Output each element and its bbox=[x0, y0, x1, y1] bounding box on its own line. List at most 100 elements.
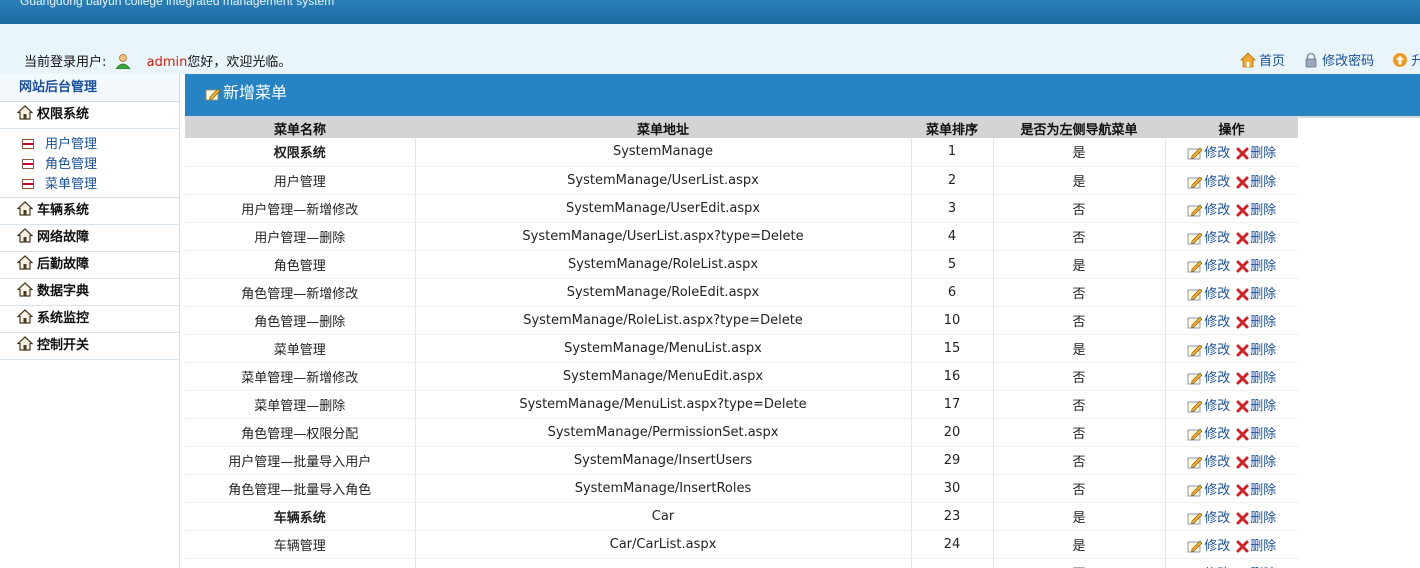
sidebar-item-role-management[interactable]: 角色管理 bbox=[0, 155, 179, 175]
delete-link[interactable]: 删除 bbox=[1236, 171, 1276, 190]
edit-link[interactable]: 修改 bbox=[1187, 479, 1230, 498]
delete-link[interactable]: 删除 bbox=[1236, 451, 1276, 470]
delete-link[interactable]: 删除 bbox=[1236, 339, 1276, 358]
cell-menu-nav: 是 bbox=[993, 250, 1166, 279]
edit-link[interactable]: 修改 bbox=[1187, 423, 1230, 442]
sidebar-group-network-fault[interactable]: 网络故障 bbox=[0, 225, 179, 252]
delete-link[interactable]: 删除 bbox=[1236, 227, 1276, 246]
edit-link[interactable]: 修改 bbox=[1187, 255, 1230, 274]
table-row: 角色管理 SystemManage/RoleList.aspx 5 是修改 删除 bbox=[185, 250, 1298, 279]
edit-icon bbox=[1187, 288, 1203, 300]
cell-menu-url: SystemManage/PermissionSet.aspx bbox=[415, 418, 912, 447]
change-password-link[interactable]: 修改密码 bbox=[1303, 50, 1374, 69]
sidebar-item-menu-management[interactable]: 菜单管理 bbox=[0, 175, 179, 195]
cell-menu-url: SystemManage/UserEdit.aspx bbox=[415, 194, 912, 223]
edit-icon bbox=[1187, 260, 1203, 272]
sidebar-group-data-dictionary[interactable]: 数据字典 bbox=[0, 279, 179, 306]
delete-icon bbox=[1236, 344, 1249, 356]
top-links: 首页 修改密码 升级 bbox=[1240, 50, 1420, 69]
right-blank-area bbox=[1298, 118, 1420, 568]
cell-menu-name: 角色管理—批量导入角色 bbox=[185, 474, 416, 503]
delete-link[interactable]: 删除 bbox=[1236, 199, 1276, 218]
cell-actions: 修改 删除 bbox=[1165, 558, 1298, 568]
edit-icon bbox=[1187, 176, 1203, 188]
cell-menu-nav: 否 bbox=[993, 194, 1166, 223]
sidebar-group-control-switch[interactable]: 控制开关 bbox=[0, 333, 179, 360]
edit-note-icon bbox=[205, 88, 221, 101]
edit-link[interactable]: 修改 bbox=[1187, 563, 1230, 568]
table-row: 用户管理—批量导入用户 SystemManage/InsertUsers 29 否修改… bbox=[185, 446, 1298, 475]
delete-link[interactable]: 删除 bbox=[1236, 507, 1276, 526]
col-header-url: 菜单地址 bbox=[415, 118, 911, 138]
sidebar-group-system-monitor[interactable]: 系统监控 bbox=[0, 306, 179, 333]
edit-link[interactable]: 修改 bbox=[1187, 199, 1230, 218]
upgrade-link[interactable]: 升级 bbox=[1392, 50, 1420, 69]
cell-menu-name: 用户管理—删除 bbox=[185, 222, 416, 251]
cell-menu-url: SystemManage/MenuEdit.aspx bbox=[415, 362, 912, 391]
cell-menu-nav: 是 bbox=[993, 334, 1166, 363]
doc-icon bbox=[22, 139, 34, 149]
cell-menu-order: 29 bbox=[911, 446, 994, 475]
cell-menu-url bbox=[415, 558, 912, 568]
edit-link[interactable]: 修改 bbox=[1187, 142, 1230, 161]
delete-link[interactable]: 删除 bbox=[1236, 479, 1276, 498]
table-row: 角色管理—权限分配 SystemManage/PermissionSet.aspx… bbox=[185, 418, 1298, 447]
delete-link[interactable]: 删除 bbox=[1236, 423, 1276, 442]
sidebar-group-logistics-fault[interactable]: 后勤故障 bbox=[0, 252, 179, 279]
cell-actions: 修改删除 bbox=[1165, 250, 1298, 279]
cell-menu-nav: 是 bbox=[993, 166, 1166, 195]
delete-link[interactable]: 删除 bbox=[1236, 255, 1276, 274]
add-menu-title[interactable]: 新增菜单 bbox=[205, 79, 287, 103]
delete-icon bbox=[1236, 288, 1249, 300]
sidebar-item-user-management[interactable]: 用户管理 bbox=[0, 135, 179, 155]
delete-link[interactable]: 删除 bbox=[1236, 311, 1276, 330]
edit-link[interactable]: 修改 bbox=[1187, 339, 1230, 358]
delete-link[interactable]: 删除 bbox=[1236, 142, 1276, 161]
edit-link[interactable]: 修改 bbox=[1187, 507, 1230, 526]
cell-actions: 修改删除 bbox=[1165, 446, 1298, 475]
home-link[interactable]: 首页 bbox=[1240, 50, 1285, 69]
cell-menu-url: Car/CarList.aspx bbox=[415, 530, 912, 559]
cell-menu-nav: 否 bbox=[993, 558, 1166, 568]
delete-link[interactable]: 删除 bbox=[1236, 283, 1276, 302]
col-header-actions: 操作 bbox=[1165, 118, 1298, 138]
edit-link[interactable]: 修改 bbox=[1187, 283, 1230, 302]
house-icon bbox=[16, 228, 34, 243]
edit-link[interactable]: 修改 bbox=[1187, 311, 1230, 330]
cell-actions: 修改删除 bbox=[1165, 334, 1298, 363]
edit-link[interactable]: 修改 bbox=[1187, 171, 1230, 190]
table-row: 车辆管理 Car/CarList.aspx 24 是修改 删除 bbox=[185, 530, 1298, 559]
table-row: 菜单管理—删除 SystemManage/MenuList.aspx?type=D… bbox=[185, 390, 1298, 419]
delete-link[interactable]: 删除 bbox=[1236, 367, 1276, 386]
delete-link[interactable]: 删除 bbox=[1236, 395, 1276, 414]
user-avatar-icon bbox=[114, 53, 131, 70]
cell-actions: 修改删除 bbox=[1165, 418, 1298, 447]
edit-link[interactable]: 修改 bbox=[1187, 451, 1230, 470]
edit-link[interactable]: 修改 bbox=[1187, 535, 1230, 554]
sidebar-submenu-permission: 用户管理 角色管理 菜单管理 bbox=[0, 129, 179, 198]
cell-menu-order: 15 bbox=[911, 334, 994, 363]
cell-menu-nav: 否 bbox=[993, 222, 1166, 251]
delete-link[interactable]: 删除 bbox=[1236, 563, 1276, 568]
sidebar-group-vehicle[interactable]: 车辆系统 bbox=[0, 198, 179, 225]
cell-menu-order: 16 bbox=[911, 362, 994, 391]
user-bar: 当前登录用户: admin您好，欢迎光临。 首页 修改密码 升级 bbox=[0, 24, 1420, 74]
cell-menu-nav: 是 bbox=[993, 502, 1166, 531]
edit-icon bbox=[1187, 204, 1203, 216]
delete-icon bbox=[1236, 400, 1249, 412]
delete-link[interactable]: 删除 bbox=[1236, 535, 1276, 554]
sidebar-group-permission[interactable]: 权限系统 bbox=[0, 102, 179, 129]
col-header-order: 菜单排序 bbox=[911, 118, 993, 138]
edit-link[interactable]: 修改 bbox=[1187, 367, 1230, 386]
main-header: 新增菜单 bbox=[185, 74, 1420, 116]
edit-link[interactable]: 修改 bbox=[1187, 227, 1230, 246]
cell-menu-order: 30 bbox=[911, 474, 994, 503]
edit-icon bbox=[1187, 540, 1203, 552]
cell-actions: 修改删除 bbox=[1165, 138, 1298, 167]
delete-icon bbox=[1236, 428, 1249, 440]
edit-link[interactable]: 修改 bbox=[1187, 395, 1230, 414]
lock-icon bbox=[1305, 52, 1317, 68]
cell-menu-order: 24 bbox=[911, 530, 994, 559]
cell-menu-nav: 是 bbox=[993, 530, 1166, 559]
cell-menu-order: 17 bbox=[911, 390, 994, 419]
